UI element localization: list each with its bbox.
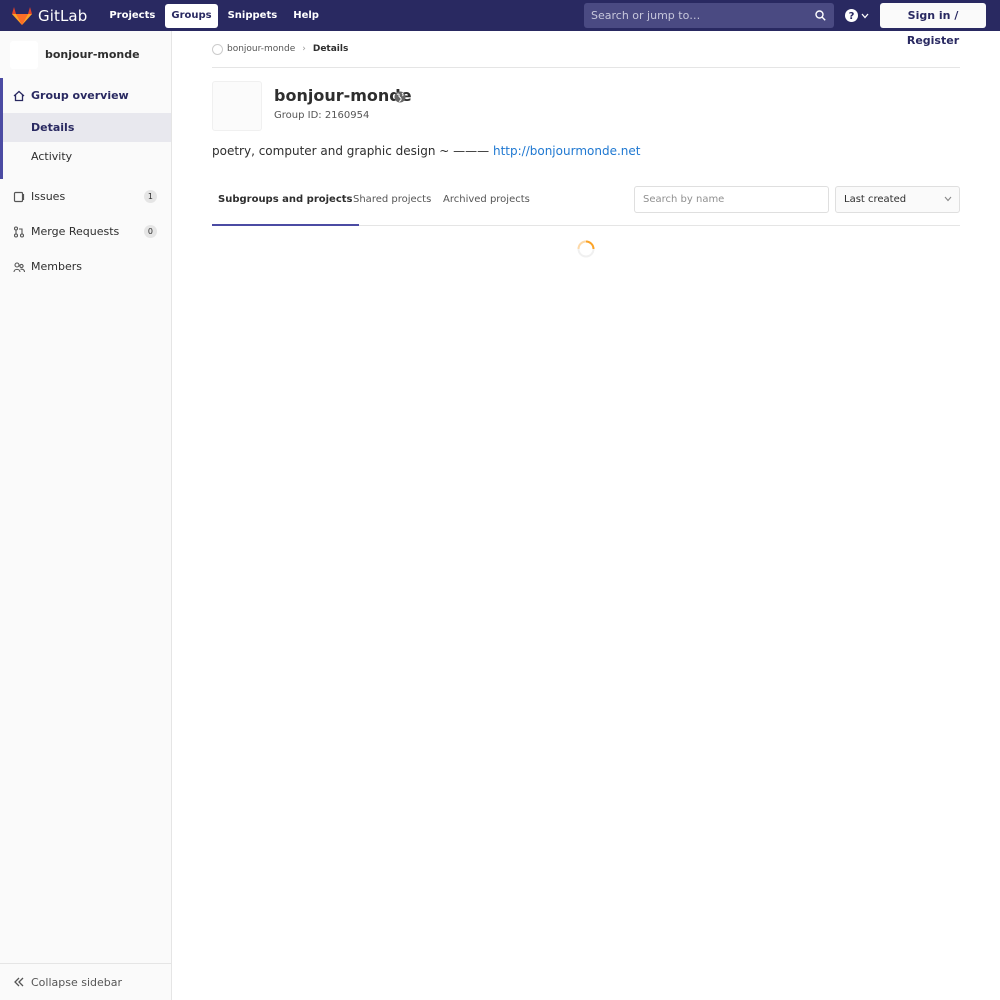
tab-subgroups-and-projects[interactable]: Subgroups and projects: [212, 186, 359, 226]
group-header: bonjour-monde Group ID: 2160954: [212, 68, 960, 136]
merge-requests-count-badge: 0: [143, 225, 157, 238]
group-title: bonjour-monde: [274, 86, 412, 105]
filter-search-input[interactable]: [634, 186, 829, 213]
brand-name: GitLab: [38, 6, 88, 25]
sidebar-item-group-overview[interactable]: Group overview: [3, 78, 171, 113]
merge-request-icon: [13, 225, 25, 238]
help-dropdown[interactable]: ?: [845, 9, 869, 22]
sidebar-sub-details[interactable]: Details: [3, 113, 171, 142]
breadcrumb-chevron-icon: ›: [302, 44, 306, 54]
gitlab-home-link[interactable]: GitLab: [0, 0, 87, 31]
group-website-link[interactable]: http://bonjourmonde.net: [493, 144, 640, 158]
users-icon: [13, 261, 25, 272]
home-icon: [13, 90, 25, 101]
top-navbar: GitLab Projects Groups Snippets Help ? S…: [0, 0, 1000, 47]
issues-icon: [13, 191, 25, 202]
collapse-sidebar-button[interactable]: Collapse sidebar: [0, 963, 171, 1000]
sidebar-group-overview-block: Group overview Details Activity: [0, 78, 171, 179]
nav-groups[interactable]: Groups: [165, 3, 218, 28]
sidebar-group-name: bonjour-monde: [45, 48, 140, 61]
search-icon: [815, 10, 826, 21]
group-tabs: Subgroups and projects Shared projects A…: [212, 186, 960, 226]
sidebar-group-avatar: [10, 40, 38, 69]
nav-links: Projects Groups Snippets Help: [103, 0, 329, 31]
sidebar: bonjour-monde Group overview Details Act…: [0, 31, 172, 1000]
sidebar-item-label: Members: [31, 260, 82, 273]
nav-help[interactable]: Help: [287, 4, 325, 28]
chevron-down-icon: [861, 13, 869, 18]
group-avatar: [212, 81, 262, 131]
group-description: poetry, computer and graphic design ~ ——…: [212, 136, 960, 166]
breadcrumb-current[interactable]: Details: [313, 44, 348, 54]
sidebar-item-label: Merge Requests: [31, 225, 120, 238]
svg-text:?: ?: [849, 11, 855, 22]
nav-search-input[interactable]: [584, 9, 804, 22]
sidebar-item-label: Issues: [31, 190, 66, 203]
breadcrumb: bonjour-monde › Details: [212, 31, 960, 68]
chevron-down-icon: [944, 196, 952, 202]
collapse-sidebar-label: Collapse sidebar: [31, 975, 123, 989]
sidebar-item-merge-requests[interactable]: Merge Requests 0: [0, 214, 171, 249]
nav-snippets[interactable]: Snippets: [222, 4, 284, 28]
tab-archived-projects[interactable]: Archived projects: [443, 186, 530, 226]
sort-dropdown-value: Last created: [844, 194, 907, 205]
globe-icon: [394, 91, 406, 103]
sort-dropdown[interactable]: Last created: [835, 186, 960, 213]
double-chevron-left-icon: [14, 977, 24, 987]
group-description-text: poetry, computer and graphic design ~ ——…: [212, 144, 490, 158]
loading-spinner-icon: [577, 240, 595, 258]
sidebar-item-members[interactable]: Members: [0, 249, 171, 284]
sign-in-button[interactable]: Sign in / Register: [880, 3, 986, 47]
tab-shared-projects[interactable]: Shared projects: [353, 186, 431, 226]
issues-count-badge: 1: [143, 190, 157, 203]
sidebar-sub-activity[interactable]: Activity: [3, 142, 171, 171]
breadcrumb-group-avatar: [212, 43, 223, 55]
gitlab-logo-icon: [12, 6, 32, 25]
question-icon: ?: [845, 9, 858, 22]
sidebar-item-issues[interactable]: Issues 1: [0, 179, 171, 214]
main-content: bonjour-monde › Details bonjour-monde Gr…: [212, 31, 960, 226]
sidebar-item-label: Group overview: [31, 89, 129, 102]
sidebar-header[interactable]: bonjour-monde: [0, 31, 171, 78]
group-id: Group ID: 2160954: [274, 110, 370, 121]
nav-projects[interactable]: Projects: [103, 4, 161, 28]
nav-search: [584, 3, 834, 28]
breadcrumb-group-link[interactable]: bonjour-monde: [227, 44, 295, 54]
